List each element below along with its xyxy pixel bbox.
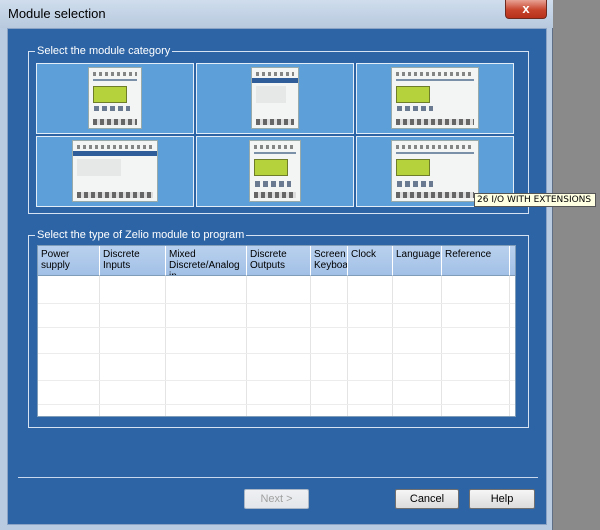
module-type-group: Select the type of Zelio module to progr… xyxy=(28,228,529,428)
cancel-button[interactable]: Cancel xyxy=(395,489,459,509)
column-header[interactable]: Clock xyxy=(348,246,393,276)
column-header[interactable]: Reference xyxy=(442,246,510,276)
column-header[interactable]: Language xyxy=(393,246,442,276)
module-type-label: Select the type of Zelio module to progr… xyxy=(35,228,247,242)
module-image-blind-compact xyxy=(251,67,299,129)
window-title: Module selection xyxy=(8,6,106,21)
dialog-body: Select the module category Select the ty… xyxy=(7,28,547,525)
module-type-table[interactable]: Power supply Discrete Inputs Mixed Discr… xyxy=(37,245,516,417)
column-header[interactable]: Mixed Discrete/Analog in xyxy=(166,246,247,276)
column-header[interactable]: Screen Keyboa xyxy=(311,246,348,276)
module-tile-2[interactable] xyxy=(196,63,354,134)
desktop-background xyxy=(553,0,600,530)
module-tooltip: 26 I/O WITH EXTENSIONS xyxy=(474,193,596,207)
module-selection-dialog: Module selection x Select the module cat… xyxy=(0,0,553,530)
module-tile-3[interactable] xyxy=(356,63,514,134)
module-image-lcd-extensions xyxy=(391,140,479,202)
column-header[interactable]: Power supply xyxy=(38,246,100,276)
module-image-lcd-compact-2 xyxy=(249,140,301,202)
module-tile-4[interactable] xyxy=(36,136,194,207)
next-button[interactable]: Next > xyxy=(244,489,309,509)
module-category-group: Select the module category xyxy=(28,44,529,214)
column-header-filler xyxy=(510,246,515,276)
column-header[interactable]: Discrete Inputs xyxy=(100,246,166,276)
module-tile-1[interactable] xyxy=(36,63,194,134)
module-tile-5[interactable] xyxy=(196,136,354,207)
module-image-lcd-modular xyxy=(391,67,479,129)
module-image-lcd-compact xyxy=(88,67,142,129)
separator xyxy=(18,477,538,478)
module-image-blind-modular xyxy=(72,140,158,202)
title-bar[interactable]: Module selection x xyxy=(0,0,553,28)
help-button[interactable]: Help xyxy=(469,489,535,509)
close-button[interactable]: x xyxy=(505,0,547,19)
column-header[interactable]: Discrete Outputs xyxy=(247,246,311,276)
module-category-label: Select the module category xyxy=(35,44,173,58)
